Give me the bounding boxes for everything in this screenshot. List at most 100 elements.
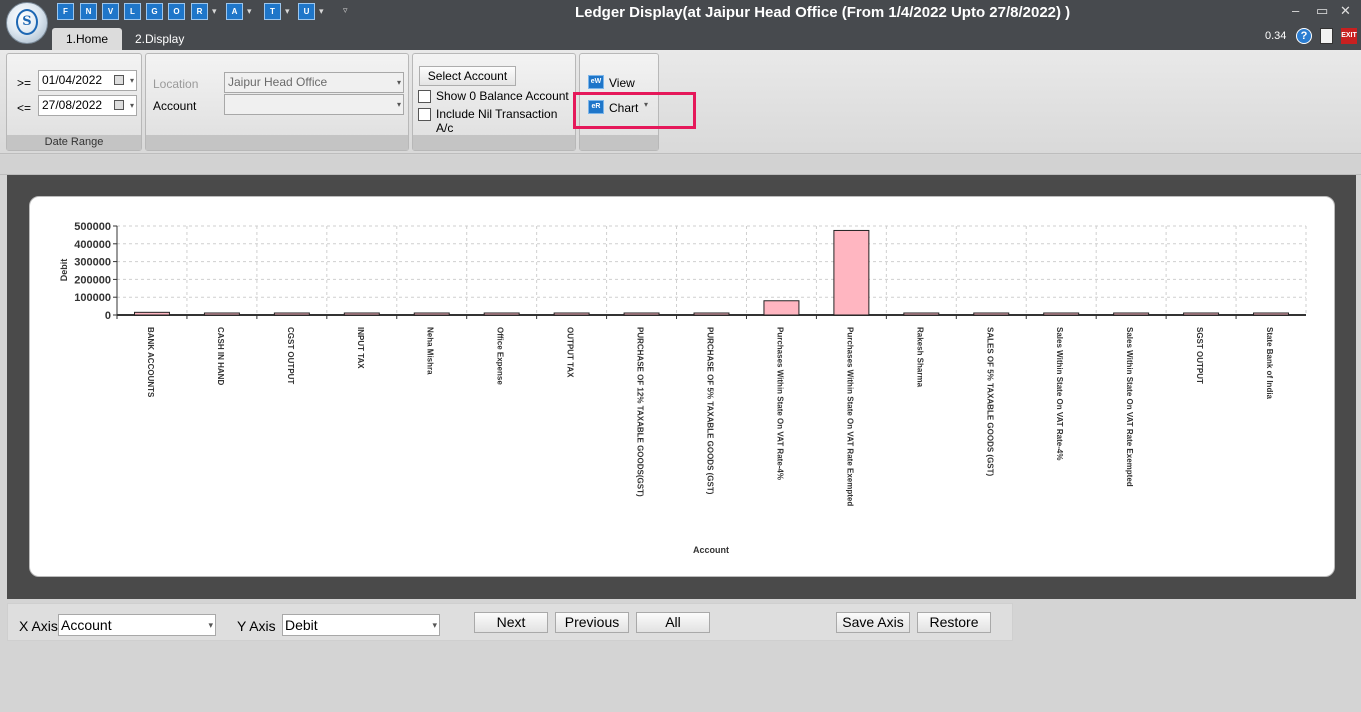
save-axis-button[interactable]: Save Axis — [836, 612, 910, 633]
chart-bar — [413, 312, 450, 316]
help-icon[interactable]: ? — [1296, 28, 1312, 44]
chart-bar — [343, 312, 380, 316]
location-select[interactable]: Jaipur Head Office ▾ — [224, 72, 404, 93]
y-tick-label: 300000 — [74, 257, 111, 269]
x-tick-label: Purchases Within State On VAT Rate Exemp… — [845, 327, 854, 506]
chevron-down-icon[interactable]: ▾ — [397, 95, 401, 114]
chart-bar — [203, 312, 240, 316]
to-date-field[interactable]: 27/08/2022 ▾ — [38, 95, 137, 116]
minimize-button[interactable]: – — [1292, 3, 1299, 19]
chevron-down-icon[interactable]: ▾ — [319, 3, 324, 20]
y-tick-label: 500000 — [74, 221, 111, 233]
quick-access-o-icon[interactable]: O — [168, 3, 185, 20]
chevron-down-icon[interactable]: ▾ — [432, 615, 437, 635]
chevron-down-icon[interactable]: ▾ — [208, 615, 213, 635]
show-zero-balance-label: Show 0 Balance Account — [436, 89, 569, 103]
x-axis-select[interactable]: Account ▾ — [58, 614, 216, 636]
app-logo-letter: S — [16, 9, 38, 35]
location-group: Location Jaipur Head Office ▾ Account ▾ — [145, 53, 409, 151]
chevron-down-icon[interactable]: ▾ — [247, 3, 252, 20]
x-tick-label: Office Expense — [496, 327, 505, 385]
quick-access-l-icon[interactable]: L — [124, 3, 141, 20]
chevron-down-icon[interactable]: ▾ — [397, 73, 401, 92]
show-zero-balance-checkbox[interactable] — [418, 90, 431, 103]
next-button[interactable]: Next — [474, 612, 548, 633]
view-icon[interactable]: eW — [588, 75, 604, 89]
from-date-operator: >= — [17, 76, 32, 90]
x-tick-label: CASH IN HAND — [216, 327, 225, 385]
from-date-value: 01/04/2022 — [42, 73, 103, 87]
exit-icon[interactable]: EXIT — [1341, 28, 1357, 44]
title-bar: S F N V L G O R ▾ A ▾ T ▾ U ▾ ▿ Ledger Display(at Jai… — [0, 0, 1361, 44]
document-icon[interactable] — [1320, 28, 1333, 44]
x-tick-label: Sales Within State On VAT Rate-4% — [1055, 327, 1064, 460]
y-axis-select[interactable]: Debit ▾ — [282, 614, 440, 636]
tab-home[interactable]: 1.Home — [52, 28, 123, 50]
location-label: Location — [153, 77, 199, 91]
account-options-group: Select Account Show 0 Balance Account In… — [412, 53, 576, 151]
close-button[interactable]: ✕ — [1340, 3, 1351, 19]
tab-display[interactable]: 2.Display — [121, 28, 198, 50]
chevron-down-icon[interactable]: ▾ — [130, 96, 134, 115]
restore-button[interactable]: Restore — [917, 612, 991, 633]
all-button[interactable]: All — [636, 612, 710, 633]
x-tick-label: OUTPUT TAX — [566, 327, 575, 378]
chart-bar — [133, 311, 170, 316]
x-axis-label: X Axis — [19, 618, 58, 634]
account-select[interactable]: ▾ — [224, 94, 404, 115]
chart-bar — [1183, 312, 1220, 316]
quick-access-a-icon[interactable]: A — [226, 3, 243, 20]
chart-button-highlight — [573, 92, 696, 129]
to-date-value: 27/08/2022 — [42, 98, 103, 112]
quick-access-t-icon[interactable]: T — [264, 3, 281, 20]
quick-access-f-icon[interactable]: F — [57, 3, 74, 20]
view-button[interactable]: View — [609, 76, 635, 90]
x-tick-label: BANK ACCOUNTS — [146, 327, 155, 398]
chevron-down-icon[interactable]: ▾ — [285, 3, 290, 20]
quick-access-g-icon[interactable]: G — [146, 3, 163, 20]
x-tick-label: State Bank of India — [1265, 327, 1274, 400]
previous-button[interactable]: Previous — [555, 612, 629, 633]
x-tick-label: Purchases Within State On VAT Rate-4% — [775, 327, 784, 480]
y-axis-label: Y Axis — [237, 618, 276, 634]
version-label: 0.34 — [1265, 30, 1287, 42]
x-tick-label: INPUT TAX — [356, 327, 365, 369]
view-group-label — [580, 135, 658, 150]
chart-bar — [1253, 312, 1290, 316]
location-value: Jaipur Head Office — [228, 75, 328, 89]
location-group-label — [146, 135, 408, 150]
include-nil-transaction-checkbox[interactable] — [418, 108, 431, 121]
chart-bar — [483, 312, 520, 316]
calendar-icon[interactable] — [114, 75, 124, 85]
chevron-down-icon[interactable]: ▾ — [130, 71, 134, 90]
ribbon-tab-strip: 1.Home 2.Display 0.34 ? EXIT — [0, 26, 1361, 50]
calendar-icon[interactable] — [114, 100, 124, 110]
quick-access-r-icon[interactable]: R — [191, 3, 208, 20]
date-range-group: >= 01/04/2022 ▾ <= 27/08/2022 ▾ Date Ran… — [6, 53, 142, 151]
chart-bar — [273, 312, 310, 316]
from-date-field[interactable]: 01/04/2022 ▾ — [38, 70, 137, 91]
account-label: Account — [153, 99, 197, 113]
window-title: Ledger Display(at Jaipur Head Office (Fr… — [575, 4, 1071, 21]
chart-bar — [553, 312, 590, 316]
y-tick-label: 400000 — [74, 239, 111, 251]
x-tick-label: Rakesh Sharma — [915, 327, 924, 388]
quick-access-n-icon[interactable]: N — [80, 3, 97, 20]
maximize-button[interactable]: ▭ — [1316, 3, 1328, 19]
debit-by-account-chart: 0 100000 200000 300000 400000 500000 BANK ACCO… — [59, 221, 1307, 555]
quick-access-v-icon[interactable]: V — [102, 3, 119, 20]
x-tick-label: PURCHASE OF 5% TAXABLE GOODS (GST) — [706, 327, 715, 495]
chevron-down-icon[interactable]: ▾ — [212, 3, 217, 20]
include-nil-transaction-label: Include Nil Transaction A/c — [436, 107, 558, 135]
to-date-operator: <= — [17, 101, 32, 115]
y-tick-label: 0 — [105, 310, 111, 322]
chart-bar — [763, 300, 800, 316]
x-axis-value: Account — [61, 617, 112, 633]
select-account-button[interactable]: Select Account — [419, 66, 516, 86]
quick-access-customize-icon[interactable]: ▿ — [343, 5, 348, 16]
chart-bar — [1043, 312, 1080, 316]
chart-bar — [973, 312, 1010, 316]
quick-access-u-icon[interactable]: U — [298, 3, 315, 20]
chart-bar — [693, 312, 730, 316]
app-logo[interactable]: S — [6, 2, 48, 44]
